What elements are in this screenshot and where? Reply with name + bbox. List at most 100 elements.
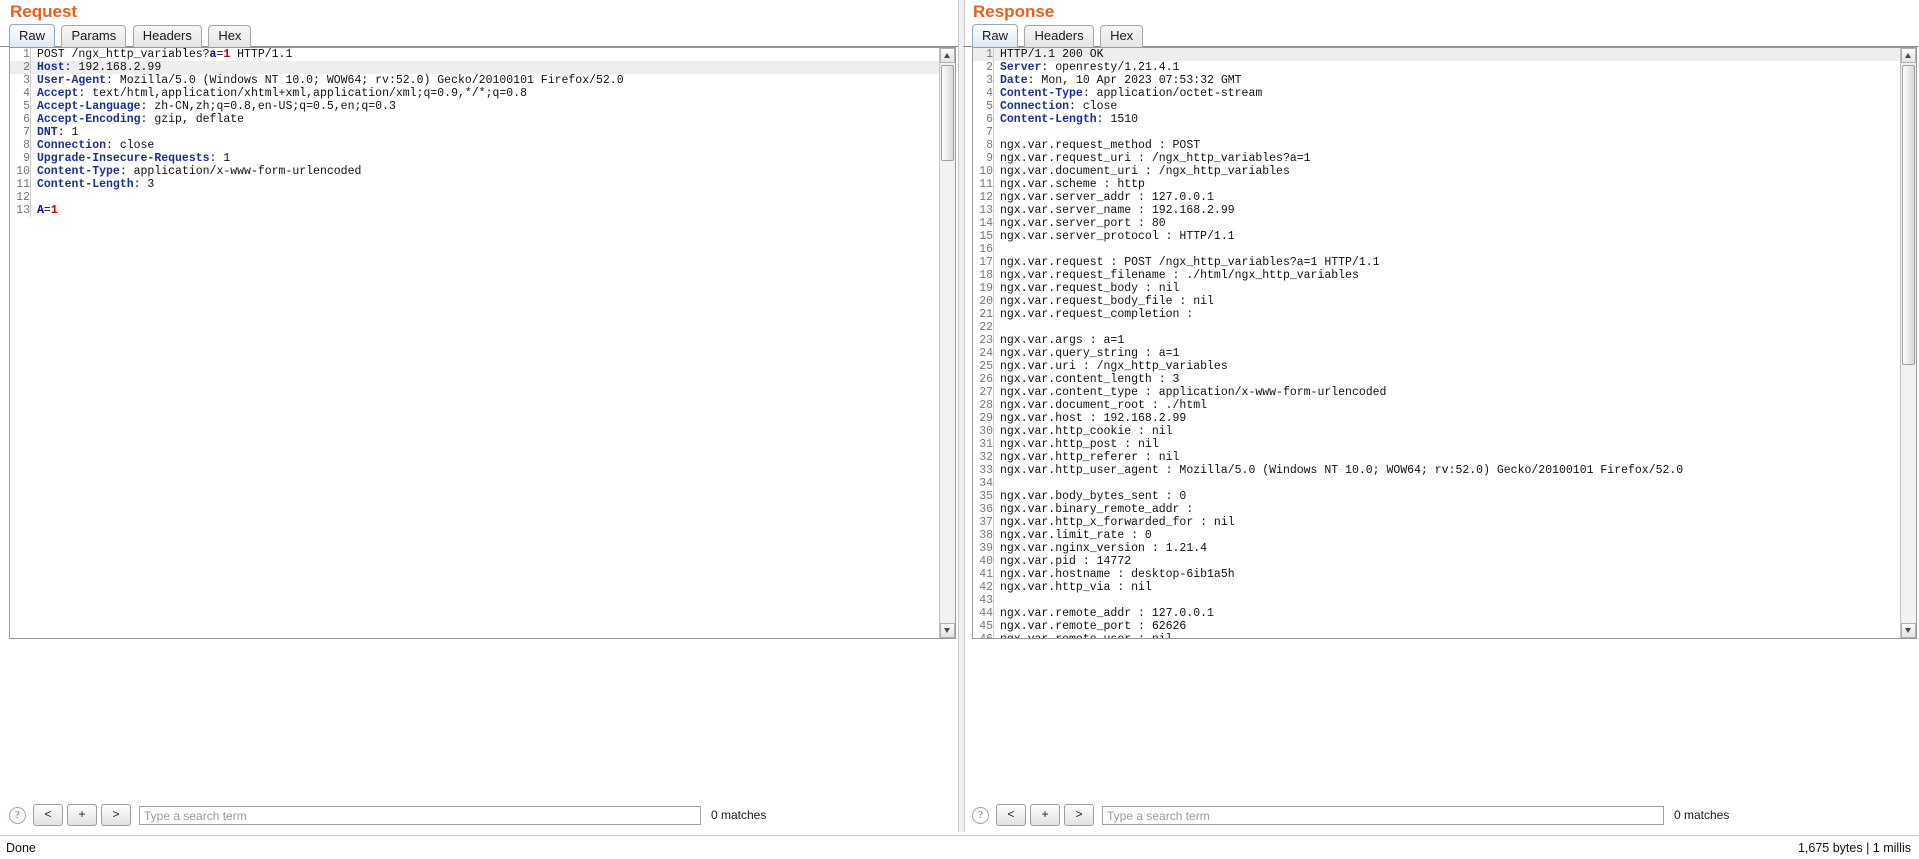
line-number: 38 (979, 529, 993, 542)
code-token: ngx.var.http_post : nil (1000, 438, 1159, 451)
code-token: ngx.var.request_body_file : nil (1000, 295, 1214, 308)
code-token: ngx.var.binary_remote_addr : (1000, 503, 1201, 516)
line-number: 28 (979, 399, 993, 412)
code-line: 39 ngx.var.nginx_version : 1.21.4 (973, 542, 1900, 555)
request-tab-headers[interactable]: Headers (132, 25, 202, 47)
line-number: 30 (979, 425, 993, 438)
code-line: 36 ngx.var.binary_remote_addr : (973, 503, 1900, 516)
code-line: 2 Host: 192.168.2.99 (10, 61, 939, 74)
code-line: 7 DNT: 1 (10, 126, 939, 139)
line-number: 7 (23, 126, 30, 139)
request-vertical-scrollbar[interactable] (939, 48, 955, 638)
request-search-next-button[interactable]: > (101, 804, 131, 826)
line-number: 9 (986, 152, 993, 165)
code-token: Accept-Encoding (37, 113, 141, 126)
response-search-add-button[interactable]: + (1030, 804, 1060, 826)
response-tab-raw[interactable]: Raw (972, 24, 1019, 47)
gutter-separator (30, 178, 37, 191)
line-number: 3 (23, 74, 30, 87)
response-help-icon[interactable]: ? (972, 806, 989, 824)
code-line: 6 Content-Length: 1510 (973, 113, 1900, 126)
line-number: 5 (986, 100, 993, 113)
code-token: ngx.var.server_port : 80 (1000, 217, 1166, 230)
gutter-separator (993, 100, 1000, 113)
code-line: 3 User-Agent: Mozilla/5.0 (Windows NT 10.… (10, 74, 939, 87)
response-panel-title: Response (973, 2, 1055, 21)
gutter-separator (993, 230, 1000, 243)
code-token: ngx.var.request_method : POST (1000, 139, 1201, 152)
code-token: Content-Type (1000, 87, 1083, 100)
response-search-input[interactable]: Type a search term (1102, 805, 1664, 825)
gutter-separator (993, 204, 1000, 217)
response-tab-hex[interactable]: Hex (1100, 25, 1144, 47)
response-scroll-up-arrow-icon[interactable] (1901, 48, 1916, 63)
response-search-prev-button[interactable]: < (996, 804, 1026, 826)
code-line: 14 ngx.var.server_port : 80 (973, 217, 1900, 230)
line-number: 6 (23, 113, 30, 126)
gutter-separator (993, 295, 1000, 308)
response-vertical-scrollbar[interactable] (1900, 48, 1916, 638)
code-line: 9 ngx.var.request_uri : /ngx_http_variabl… (973, 152, 1900, 165)
request-search-prev-button[interactable]: < (33, 804, 63, 826)
gutter-separator (30, 48, 37, 61)
code-line: 3 Date: Mon, 10 Apr 2023 07:53:32 GMT (973, 74, 1900, 87)
response-raw-text[interactable]: 1 HTTP/1.1 200 OK 2 Server: openresty/1.21.… (973, 48, 1900, 638)
gutter-separator (30, 113, 37, 126)
code-token: : application/octet-stream (1082, 87, 1263, 100)
line-number: 11 (979, 178, 993, 191)
request-scroll-thumb[interactable] (941, 65, 954, 161)
code-line: 21 ngx.var.request_completion : (973, 308, 1900, 321)
line-number: 21 (979, 308, 993, 321)
code-line: 1 HTTP/1.1 200 OK (973, 48, 1900, 61)
line-number: 13 (16, 204, 30, 217)
response-tab-headers[interactable]: Headers (1024, 25, 1094, 47)
request-tab-raw[interactable]: Raw (9, 24, 56, 47)
code-token: ngx.var.request : POST /ngx_http_variabl… (1000, 256, 1380, 269)
request-scroll-up-arrow-icon[interactable] (940, 48, 955, 63)
gutter-separator (993, 126, 1000, 139)
response-scroll-thumb[interactable] (1902, 65, 1915, 365)
gutter-separator (30, 100, 37, 113)
line-number: 7 (986, 126, 993, 139)
line-number: 14 (979, 217, 993, 230)
code-token: ngx.var.limit_rate : 0 (1000, 529, 1152, 542)
line-number: 17 (979, 256, 993, 269)
line-number: 42 (979, 581, 993, 594)
request-raw-text[interactable]: 1 POST /ngx_http_variables?a=1 HTTP/1.1 2 H… (10, 48, 939, 638)
response-scroll-down-arrow-icon[interactable] (1901, 623, 1916, 638)
code-line: 25 ngx.var.uri : /ngx_http_variables (973, 360, 1900, 373)
gutter-separator (30, 87, 37, 100)
gutter-separator (993, 165, 1000, 178)
code-token: : gzip, deflate (140, 113, 245, 126)
line-number: 39 (979, 542, 993, 555)
response-tabbar: Raw Headers Hex (963, 24, 1919, 47)
code-token: ngx.var.remote_port : 62626 (1000, 620, 1187, 633)
code-token: Connection (1000, 100, 1070, 113)
gutter-separator (993, 542, 1000, 555)
code-token: : close (106, 139, 155, 152)
response-search-next-button[interactable]: > (1064, 804, 1094, 826)
code-token: 1 (50, 204, 58, 217)
code-line: 17 ngx.var.request : POST /ngx_http_varia… (973, 256, 1900, 269)
request-search-add-button[interactable]: + (67, 804, 97, 826)
code-token: Date (1000, 74, 1028, 87)
line-number: 40 (979, 555, 993, 568)
code-line: 41 ngx.var.hostname : desktop-6ib1a5h (973, 568, 1900, 581)
gutter-separator (993, 321, 1000, 334)
status-left-text: Done (6, 840, 36, 855)
code-token: ngx.var.args : a=1 (1000, 334, 1125, 347)
gutter-separator (993, 581, 1000, 594)
request-help-icon[interactable]: ? (9, 806, 26, 824)
request-tab-params[interactable]: Params (61, 25, 127, 47)
code-line: 11 ngx.var.scheme : http (973, 178, 1900, 191)
code-token: ngx.var.request_uri : /ngx_http_variable… (1000, 152, 1311, 165)
request-search-input[interactable]: Type a search term (139, 805, 701, 825)
code-token: ngx.var.host : 192.168.2.99 (1000, 412, 1187, 425)
request-tab-hex[interactable]: Hex (208, 25, 252, 47)
code-token: : zh-CN,zh;q=0.8,en-US;q=0.5,en;q=0.3 (140, 100, 396, 113)
request-scroll-down-arrow-icon[interactable] (940, 623, 955, 638)
code-line: 20 ngx.var.request_body_file : nil (973, 295, 1900, 308)
code-token: ngx.var.content_type : application/x-www… (1000, 386, 1387, 399)
code-line: 40 ngx.var.pid : 14772 (973, 555, 1900, 568)
line-number: 26 (979, 373, 993, 386)
